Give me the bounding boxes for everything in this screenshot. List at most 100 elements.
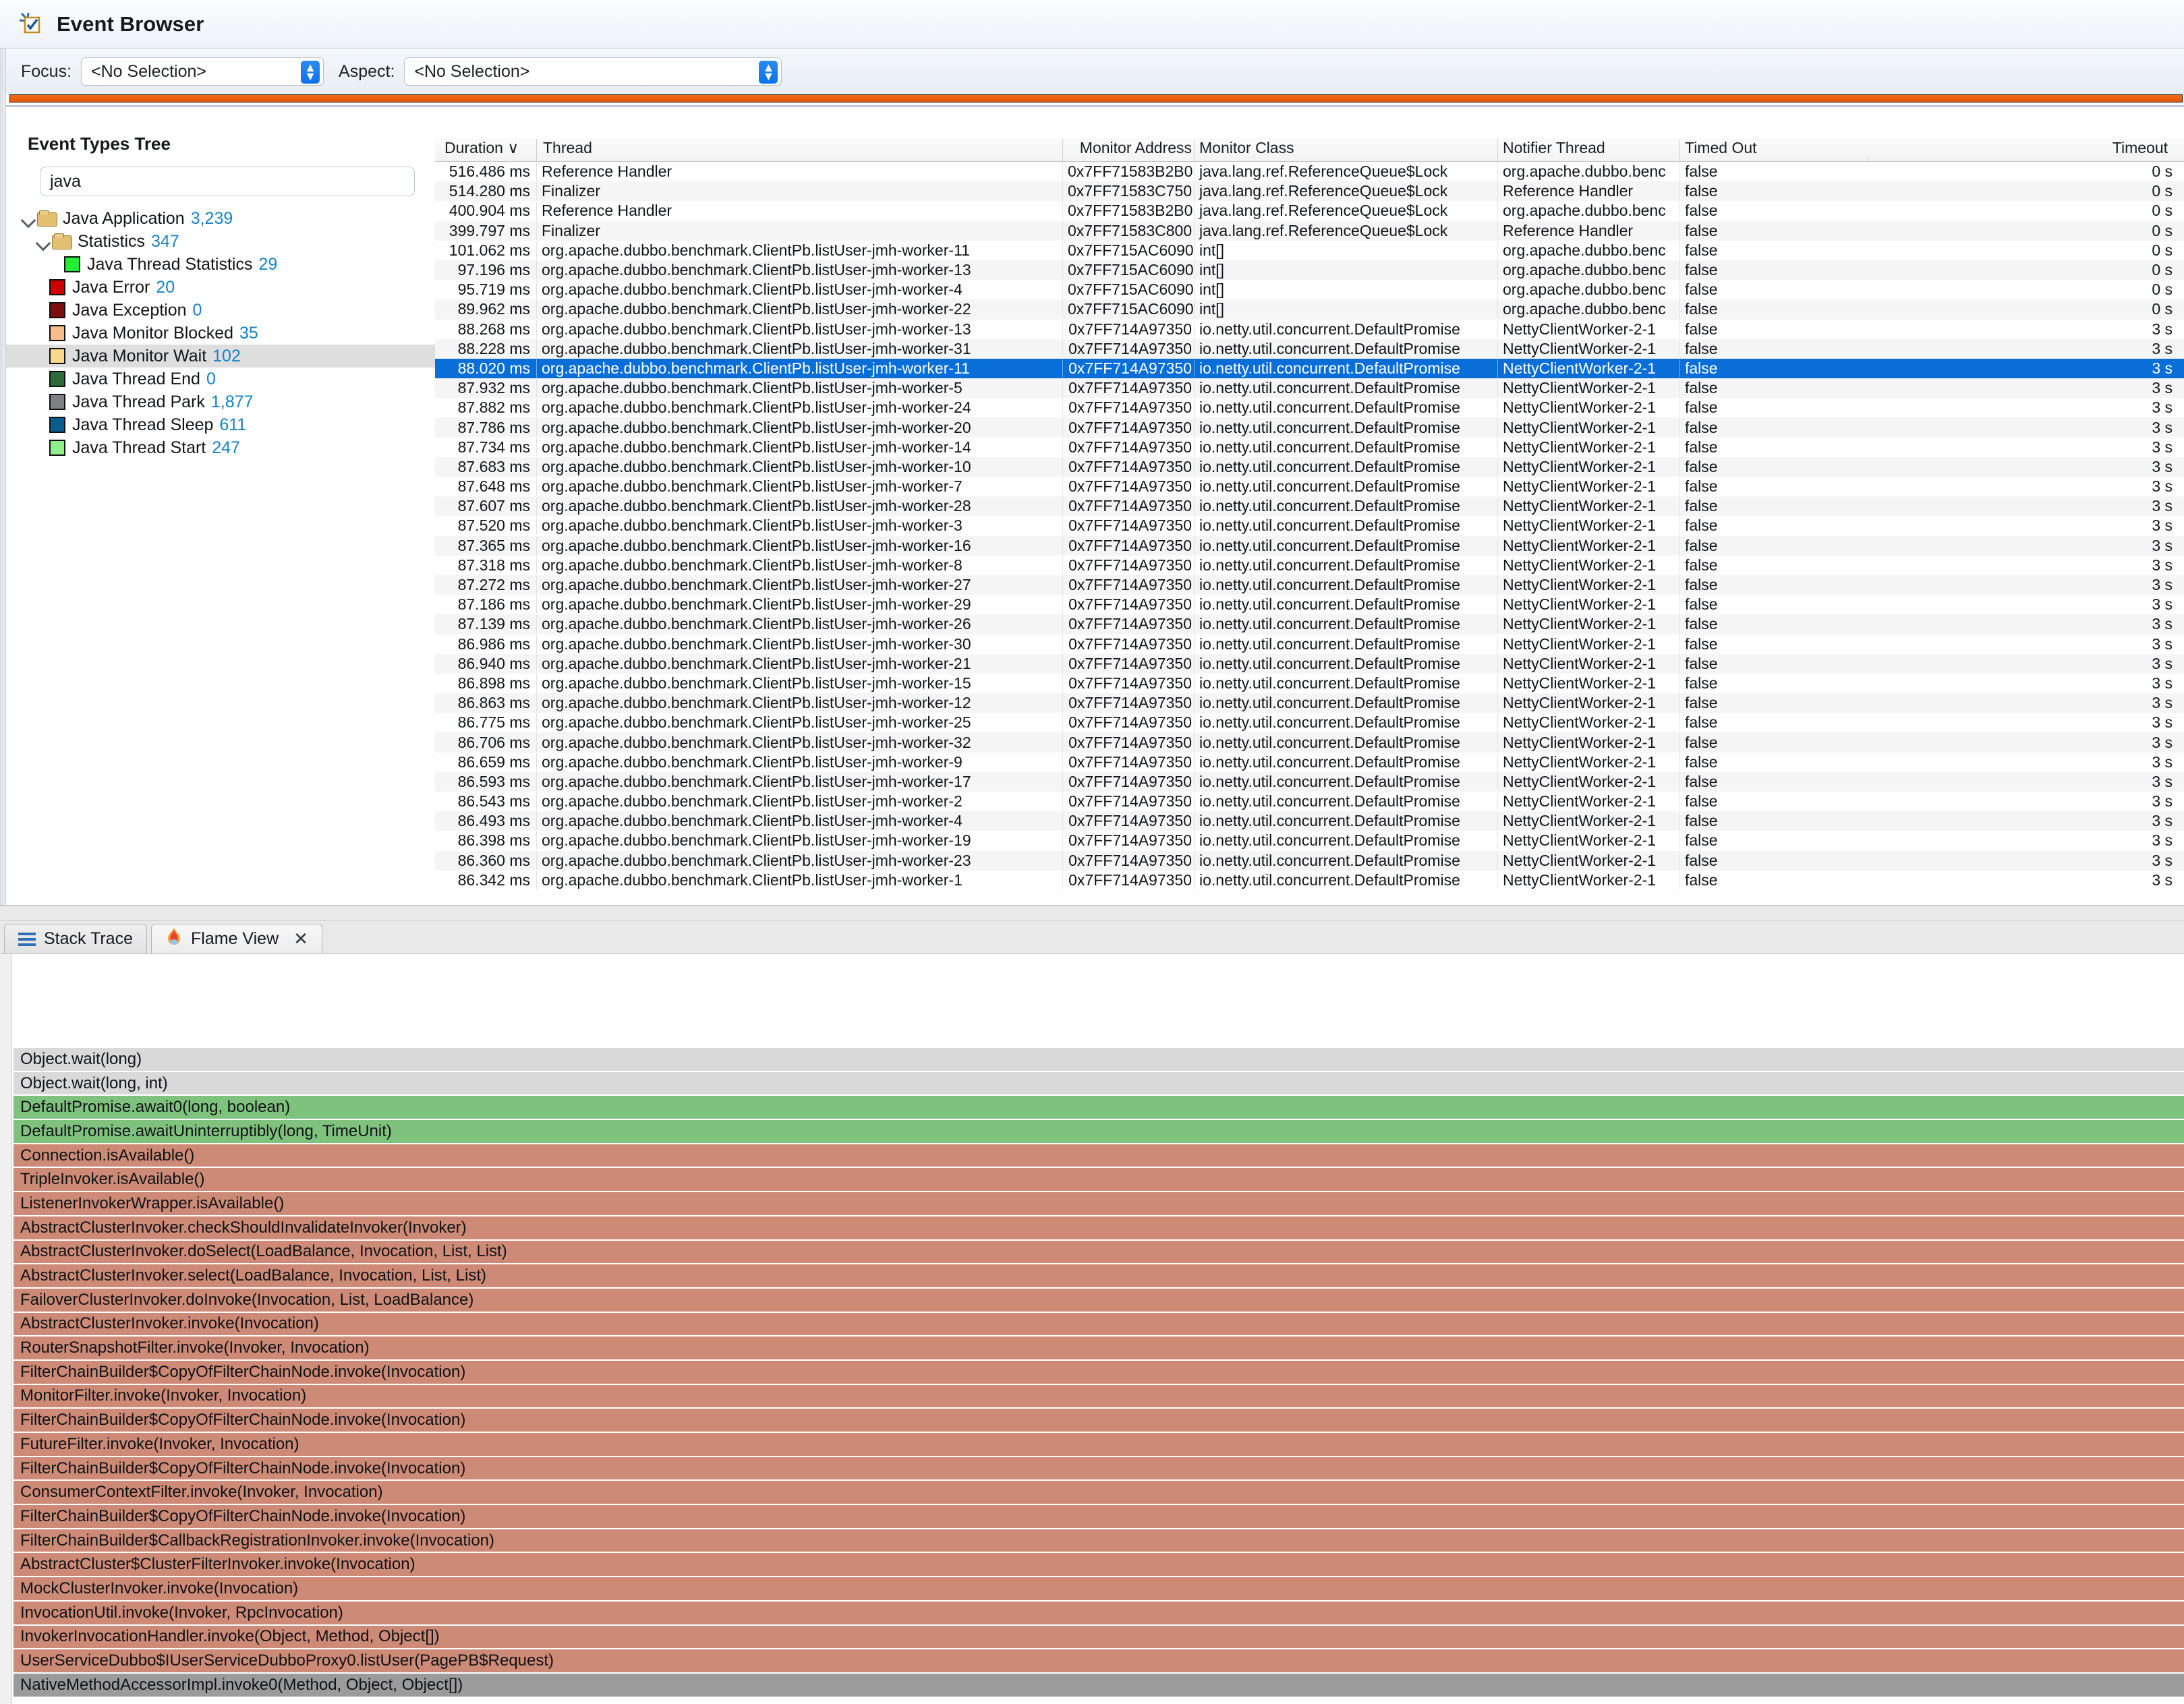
table-row[interactable]: 101.062 ms org.apache.dubbo.benchmark.Cli… xyxy=(435,241,2184,260)
column-header-monitor-class[interactable]: Monitor Class xyxy=(1194,139,1497,161)
panel-splitter[interactable] xyxy=(0,905,2184,921)
event-table[interactable]: Duration ∨ Thread Monitor Address Monito… xyxy=(435,132,2184,904)
table-row[interactable]: 86.940 ms org.apache.dubbo.benchmark.Clie… xyxy=(435,653,2184,674)
chevron-updown-icon[interactable]: ▲ ▼ xyxy=(301,61,320,84)
tab-flame-view[interactable]: Flame View ✕ xyxy=(151,924,322,953)
table-row[interactable]: 87.186 ms org.apache.dubbo.benchmark.Clie… xyxy=(435,595,2184,614)
flame-frame[interactable]: FilterChainBuilder$CopyOfFilterChainNode… xyxy=(13,1505,2184,1529)
flame-frame[interactable]: Object.wait(long, int) xyxy=(13,1071,2184,1096)
flame-frame[interactable]: DefaultPromise.await0(long, boolean) xyxy=(13,1096,2184,1121)
table-row[interactable]: 86.398 ms org.apache.dubbo.benchmark.Clie… xyxy=(435,831,2184,850)
tree-node-java-thread-start[interactable]: Java Thread Start 247 xyxy=(6,436,435,459)
flame-frame[interactable]: AbstractClusterInvoker.checkShouldInvali… xyxy=(13,1216,2184,1241)
column-header-notifier-thread[interactable]: Notifier Thread xyxy=(1497,139,1679,161)
table-row[interactable]: 86.898 ms org.apache.dubbo.benchmark.Clie… xyxy=(435,674,2184,693)
table-row[interactable]: 87.786 ms org.apache.dubbo.benchmark.Clie… xyxy=(435,417,2184,438)
flame-frame[interactable]: InvocationUtil.invoke(Invoker, RpcInvoca… xyxy=(13,1601,2184,1626)
table-row[interactable]: 86.493 ms org.apache.dubbo.benchmark.Clie… xyxy=(435,811,2184,831)
column-header-monitor-address[interactable]: Monitor Address xyxy=(1062,139,1194,161)
table-row[interactable]: 87.365 ms org.apache.dubbo.benchmark.Clie… xyxy=(435,535,2184,556)
table-row[interactable]: 97.196 ms org.apache.dubbo.benchmark.Clie… xyxy=(435,260,2184,281)
tree-node-java-error[interactable]: Java Error 20 xyxy=(6,276,435,299)
tree-node-java-application[interactable]: Java Application 3,239 xyxy=(6,207,435,230)
tab-stack-trace[interactable]: Stack Trace xyxy=(4,924,147,953)
table-row[interactable]: 87.318 ms org.apache.dubbo.benchmark.Clie… xyxy=(435,556,2184,575)
column-header-timeout[interactable]: Timeout xyxy=(2003,139,2179,161)
flame-frame[interactable]: ListenerInvokerWrapper.isAvailable() xyxy=(13,1192,2184,1216)
flame-frame[interactable]: DefaultPromise.awaitUninterruptibly(long… xyxy=(13,1120,2184,1144)
flame-frame[interactable]: AbstractClusterInvoker.invoke(Invocation… xyxy=(13,1312,2184,1337)
table-row[interactable]: 514.280 ms Finalizer 0x7FF71583C750 java.la… xyxy=(435,181,2184,202)
table-row[interactable]: 87.139 ms org.apache.dubbo.benchmark.Clie… xyxy=(435,614,2184,635)
table-row[interactable]: 516.486 ms Reference Handler 0x7FF71583B2B… xyxy=(435,162,2184,181)
table-row[interactable]: 87.932 ms org.apache.dubbo.benchmark.Clie… xyxy=(435,378,2184,399)
flame-frame[interactable]: FilterChainBuilder$CopyOfFilterChainNode… xyxy=(13,1409,2184,1433)
table-row[interactable]: 87.683 ms org.apache.dubbo.benchmark.Clie… xyxy=(435,457,2184,477)
flame-frame[interactable]: ConsumerContextFilter.invoke(Invoker, In… xyxy=(13,1481,2184,1506)
column-header-timed-out[interactable]: Timed Out xyxy=(1679,139,1868,161)
event-table-body[interactable]: 516.486 ms Reference Handler 0x7FF71583B2B… xyxy=(435,162,2184,890)
column-header-thread[interactable]: Thread xyxy=(536,139,1062,161)
table-row[interactable]: 87.882 ms org.apache.dubbo.benchmark.Clie… xyxy=(435,398,2184,417)
table-row[interactable]: 86.986 ms org.apache.dubbo.benchmark.Clie… xyxy=(435,635,2184,654)
flame-frame[interactable]: RouterSnapshotFilter.invoke(Invoker, Inv… xyxy=(13,1336,2184,1361)
flame-frame[interactable]: FilterChainBuilder$CopyOfFilterChainNode… xyxy=(13,1457,2184,1481)
aspect-select[interactable]: <No Selection> ▲ ▼ xyxy=(404,57,782,86)
flame-frame[interactable]: InvokerInvocationHandler.invoke(Object, … xyxy=(13,1625,2184,1650)
flame-frame[interactable]: AbstractClusterInvoker.select(LoadBalanc… xyxy=(13,1264,2184,1289)
flame-frame[interactable]: FutureFilter.invoke(Invoker, Invocation) xyxy=(13,1433,2184,1457)
table-row[interactable]: 87.272 ms org.apache.dubbo.benchmark.Clie… xyxy=(435,575,2184,595)
table-row[interactable]: 86.360 ms org.apache.dubbo.benchmark.Clie… xyxy=(435,850,2184,871)
table-row[interactable]: 89.962 ms org.apache.dubbo.benchmark.Clie… xyxy=(435,299,2184,320)
flame-graph[interactable]: Object.wait(long) Object.wait(long, int) D… xyxy=(13,1048,2184,1698)
tree-node-java-thread-statistics[interactable]: Java Thread Statistics 29 xyxy=(6,253,435,276)
table-row[interactable]: 86.706 ms org.apache.dubbo.benchmark.Clie… xyxy=(435,732,2184,753)
table-row[interactable]: 86.863 ms org.apache.dubbo.benchmark.Clie… xyxy=(435,693,2184,713)
chevron-updown-icon[interactable]: ▲ ▼ xyxy=(759,61,778,84)
table-row[interactable]: 88.020 ms org.apache.dubbo.benchmark.Clie… xyxy=(435,358,2184,379)
table-row[interactable]: 86.775 ms org.apache.dubbo.benchmark.Clie… xyxy=(435,713,2184,732)
flame-frame[interactable]: AbstractCluster$ClusterFilterInvoker.inv… xyxy=(13,1553,2184,1578)
flame-frame[interactable]: Connection.isAvailable() xyxy=(13,1144,2184,1169)
flame-frame[interactable]: Object.wait(long) xyxy=(13,1048,2184,1072)
column-header-duration[interactable]: Duration ∨ xyxy=(435,139,536,161)
tree-node-java-thread-sleep[interactable]: Java Thread Sleep 611 xyxy=(6,413,435,436)
table-row[interactable]: 86.593 ms org.apache.dubbo.benchmark.Clie… xyxy=(435,771,2184,792)
table-row[interactable]: 88.228 ms org.apache.dubbo.benchmark.Clie… xyxy=(435,339,2184,359)
flame-frame[interactable]: AbstractClusterInvoker.doSelect(LoadBala… xyxy=(13,1240,2184,1265)
tree-node-statistics[interactable]: Statistics 347 xyxy=(6,230,435,253)
table-row[interactable]: 88.268 ms org.apache.dubbo.benchmark.Clie… xyxy=(435,320,2184,339)
table-row[interactable]: 87.607 ms org.apache.dubbo.benchmark.Clie… xyxy=(435,496,2184,517)
close-icon[interactable]: ✕ xyxy=(293,929,308,949)
tree-node-java-thread-park[interactable]: Java Thread Park 1,877 xyxy=(6,390,435,413)
flame-frame[interactable]: FilterChainBuilder$CallbackRegistrationI… xyxy=(13,1529,2184,1554)
flame-frame[interactable]: UserServiceDubbo$IUserServiceDubboProxy0… xyxy=(13,1649,2184,1674)
timeline-range-bar[interactable] xyxy=(9,94,2183,102)
table-row[interactable]: 86.659 ms org.apache.dubbo.benchmark.Clie… xyxy=(435,753,2184,772)
table-row[interactable]: 399.797 ms Finalizer 0x7FF71583C800 java.la… xyxy=(435,221,2184,241)
tree-search-input[interactable]: java xyxy=(40,167,415,196)
table-row[interactable]: 86.543 ms org.apache.dubbo.benchmark.Clie… xyxy=(435,792,2184,811)
focus-select[interactable]: <No Selection> ▲ ▼ xyxy=(81,57,324,86)
table-row[interactable]: 87.648 ms org.apache.dubbo.benchmark.Clie… xyxy=(435,477,2184,496)
table-row[interactable]: 86.342 ms org.apache.dubbo.benchmark.Clie… xyxy=(435,871,2184,890)
tree-node-java-monitor-blocked[interactable]: Java Monitor Blocked 35 xyxy=(6,322,435,345)
tree-node-java-thread-end[interactable]: Java Thread End 0 xyxy=(6,368,435,390)
chevron-down-icon[interactable] xyxy=(34,233,52,250)
flame-frame[interactable]: MockClusterInvoker.invoke(Invocation) xyxy=(13,1577,2184,1602)
flame-view-panel[interactable]: Object.wait(long) Object.wait(long, int) D… xyxy=(0,953,2184,1704)
table-row[interactable]: 87.520 ms org.apache.dubbo.benchmark.Clie… xyxy=(435,516,2184,535)
flame-frame[interactable]: NativeMethodAccessorImpl.invoke0(Method,… xyxy=(13,1673,2184,1698)
flame-view-scrollbar[interactable] xyxy=(0,954,12,1704)
tree-node-java-monitor-wait[interactable]: Java Monitor Wait 102 xyxy=(6,345,435,368)
chevron-down-icon[interactable] xyxy=(20,210,37,227)
table-row[interactable]: 87.734 ms org.apache.dubbo.benchmark.Clie… xyxy=(435,438,2184,457)
cell-timed-out: false xyxy=(1679,694,1868,713)
table-row[interactable]: 95.719 ms org.apache.dubbo.benchmark.Clie… xyxy=(435,280,2184,299)
table-row[interactable]: 400.904 ms Reference Handler 0x7FF71583B2B… xyxy=(435,201,2184,221)
tree-node-java-exception[interactable]: Java Exception 0 xyxy=(6,299,435,322)
flame-frame[interactable]: MonitorFilter.invoke(Invoker, Invocation… xyxy=(13,1384,2184,1409)
flame-frame[interactable]: FailoverClusterInvoker.doInvoke(Invocati… xyxy=(13,1288,2184,1313)
flame-frame[interactable]: TripleInvoker.isAvailable() xyxy=(13,1168,2184,1193)
flame-frame[interactable]: FilterChainBuilder$CopyOfFilterChainNode… xyxy=(13,1360,2184,1385)
